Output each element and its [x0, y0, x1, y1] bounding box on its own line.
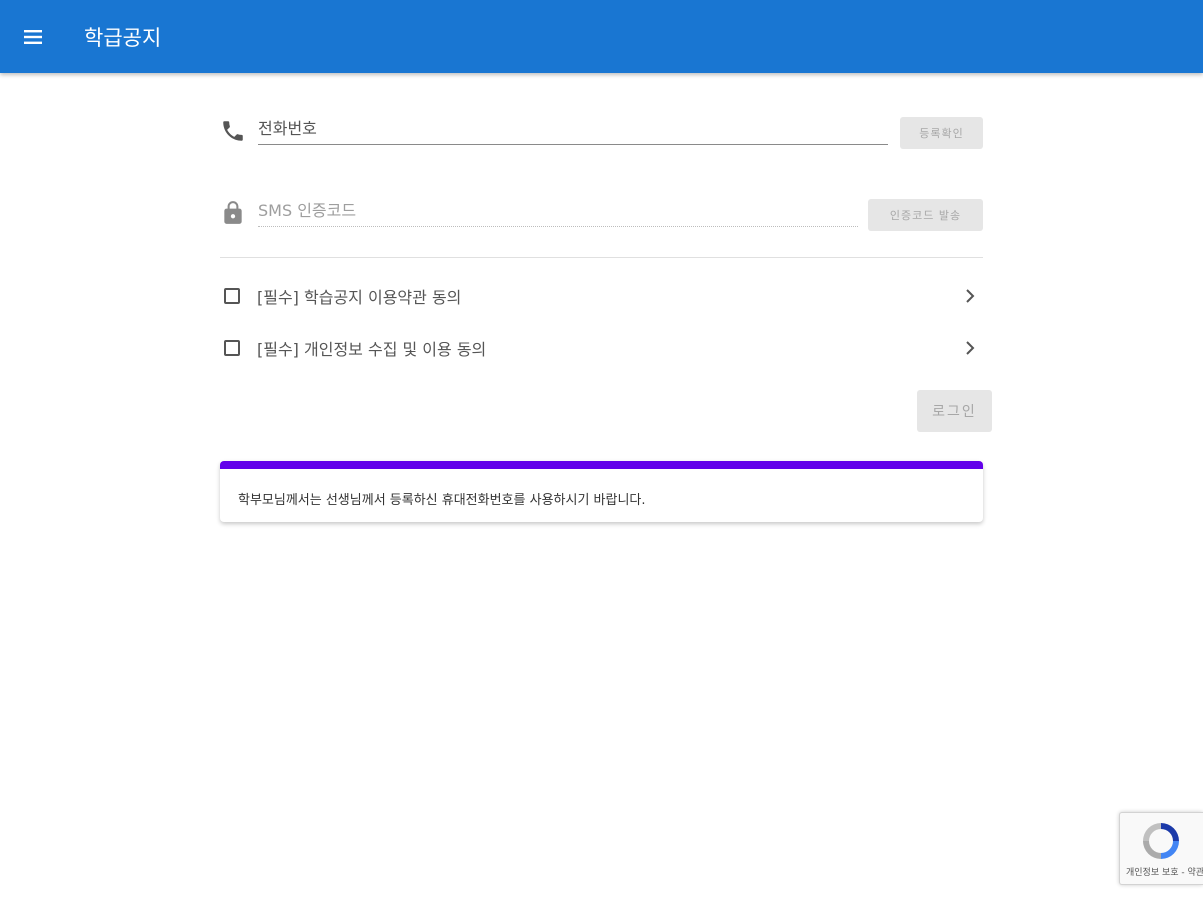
- send-code-button[interactable]: 인증코드 발송: [868, 199, 983, 231]
- menu-icon: [24, 30, 42, 44]
- notice-text: 학부모님께서는 선생님께서 등록하신 휴대전화번호를 사용하시기 바랍니다.: [238, 493, 646, 508]
- divider: [220, 257, 983, 258]
- recaptcha-badge[interactable]: 개인정보 보호 - 약관: [1119, 812, 1203, 885]
- terms-label: [필수] 학습공지 이용약관 동의: [257, 288, 462, 307]
- app-title: 학급공지: [84, 26, 162, 50]
- privacy-label: [필수] 개인정보 수집 및 이용 동의: [257, 340, 487, 359]
- notice-card: 학부모님께서는 선생님께서 등록하신 휴대전화번호를 사용하시기 바랍니다.: [220, 461, 983, 522]
- agreement-privacy[interactable]: [필수] 개인정보 수집 및 이용 동의: [220, 330, 983, 366]
- terms-checkbox[interactable]: [224, 288, 240, 304]
- login-button[interactable]: 로그인: [917, 390, 992, 432]
- phone-input[interactable]: [258, 119, 888, 145]
- recaptcha-links[interactable]: 개인정보 보호 - 약관: [1126, 865, 1203, 878]
- recaptcha-icon: [1143, 823, 1179, 859]
- sms-code-input[interactable]: [258, 201, 858, 227]
- menu-button[interactable]: [14, 19, 52, 55]
- chevron-right-icon[interactable]: [962, 287, 978, 305]
- phone-icon: [223, 121, 243, 141]
- privacy-checkbox[interactable]: [224, 340, 240, 356]
- lock-icon: [224, 201, 242, 224]
- chevron-right-icon[interactable]: [962, 339, 978, 357]
- app-bar: 학급공지: [0, 0, 1203, 73]
- register-check-button[interactable]: 등록확인: [900, 117, 983, 149]
- agreement-terms[interactable]: [필수] 학습공지 이용약관 동의: [220, 278, 983, 314]
